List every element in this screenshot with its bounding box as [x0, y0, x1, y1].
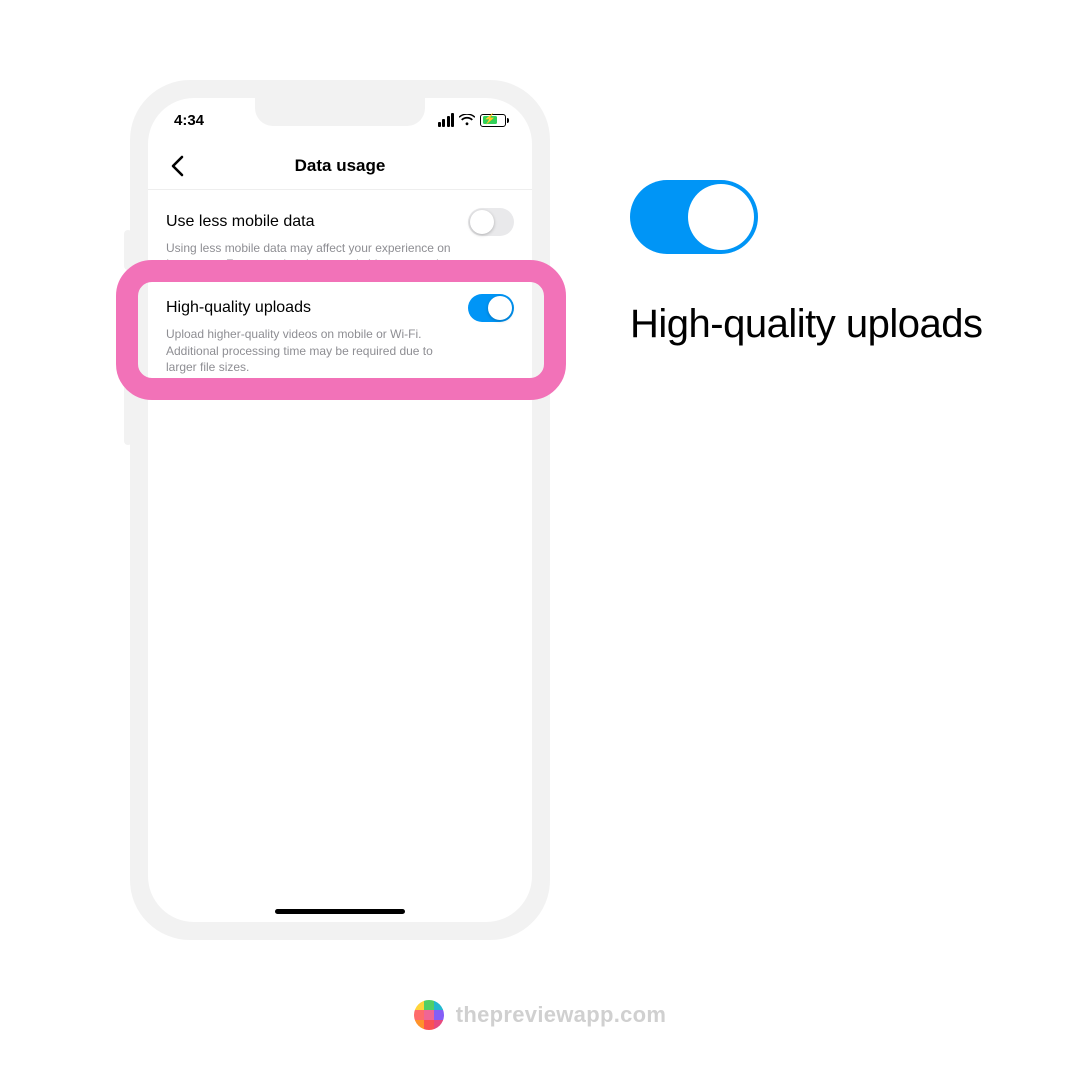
home-indicator [275, 909, 405, 914]
phone-screen: 4:34 ⚡ Data usage [148, 98, 532, 922]
high-quality-uploads-toggle[interactable] [468, 294, 514, 322]
status-bar: 4:34 ⚡ [148, 98, 532, 142]
footer-text: thepreviewapp.com [456, 1002, 667, 1028]
settings-content: Use less mobile data Using less mobile d… [148, 190, 532, 922]
setting-description: Upload higher-quality videos on mobile o… [166, 326, 466, 375]
status-time: 4:34 [174, 112, 204, 129]
toggle-on-icon [630, 180, 758, 254]
phone-side-button [124, 230, 132, 270]
wifi-icon [459, 114, 475, 126]
phone-frame: 4:34 ⚡ Data usage [130, 80, 550, 940]
setting-use-less-data: Use less mobile data Using less mobile d… [166, 204, 514, 284]
phone-side-button [548, 290, 556, 390]
preview-app-logo-icon [414, 1000, 444, 1030]
setting-description: Using less mobile data may affect your e… [166, 240, 466, 272]
cellular-signal-icon [438, 113, 455, 127]
footer-watermark: thepreviewapp.com [0, 1000, 1080, 1030]
use-less-data-toggle[interactable] [468, 208, 514, 236]
back-button[interactable] [162, 151, 192, 181]
phone-side-button [124, 290, 132, 360]
setting-title: High-quality uploads [166, 299, 311, 317]
chevron-left-icon [170, 155, 184, 177]
nav-header: Data usage [148, 142, 532, 190]
page-title: Data usage [295, 156, 386, 176]
battery-charging-icon: ⚡ [480, 114, 506, 127]
phone-side-button [124, 375, 132, 445]
callout-label: High-quality uploads [630, 302, 1050, 347]
status-right: ⚡ [438, 113, 507, 127]
callout: High-quality uploads [630, 180, 1050, 347]
setting-high-quality-uploads: High-quality uploads Upload higher-quali… [166, 290, 514, 387]
setting-title: Use less mobile data [166, 213, 315, 231]
